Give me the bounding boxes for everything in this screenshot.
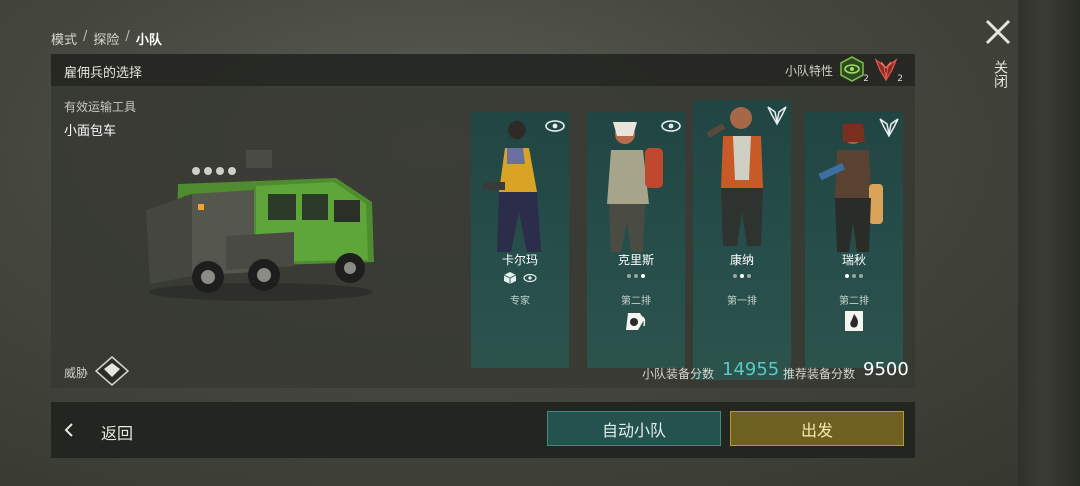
auto-squad-button[interactable]: 自动小队 [547, 411, 721, 446]
vehicle-name: 小面包车 [64, 124, 117, 139]
row-position-dots [693, 274, 791, 278]
breadcrumb-separator: / [83, 29, 88, 44]
threat-gem-icon[interactable] [95, 356, 129, 386]
squad-traits-label: 小队特性 [785, 64, 834, 78]
merc-role: 专家 [510, 296, 530, 307]
row-dot [634, 274, 638, 278]
merc-card-connor[interactable]: 康纳 第一排 [693, 100, 791, 380]
row-dot [845, 274, 849, 278]
wing-badge-icon [879, 118, 899, 138]
right-side-strip [1018, 0, 1080, 486]
merc-card-chris[interactable]: 克里斯 第二排 [587, 112, 685, 368]
close-label[interactable]: 关闭 [988, 60, 1008, 88]
recommended-score-label: 推荐装备分数 [783, 367, 856, 381]
squad-score-value: 14955 [722, 359, 780, 380]
panel-header: 雇佣兵的选择 小队特性 2 2 [51, 54, 915, 86]
merc-role: 第二排 [621, 296, 651, 307]
breadcrumb-separator: / [125, 29, 130, 44]
wing-badge-icon [767, 106, 787, 126]
squad-panel: 雇佣兵的选择 小队特性 2 2 有效运输工具 小面包车 卡尔玛 专家 克里斯 第… [51, 54, 915, 388]
back-label: 返回 [101, 424, 134, 443]
van-vehicle-image[interactable] [136, 144, 381, 304]
merc-name: 克里斯 [617, 253, 654, 267]
row-dot [747, 274, 751, 278]
panel-title: 雇佣兵的选择 [64, 66, 143, 81]
eye-small-icon [523, 273, 537, 283]
breadcrumb: 模式 / 探险 / 小队 [51, 29, 162, 48]
fire-skill-icon [845, 311, 863, 331]
close-x-icon [985, 19, 1011, 45]
squad-score-label: 小队装备分数 [642, 367, 715, 381]
threat-label: 威胁 [64, 366, 89, 380]
row-dot [740, 274, 744, 278]
eye-emblem-icon [840, 56, 864, 82]
merc-name: 康纳 [729, 253, 754, 267]
breadcrumb-explore[interactable]: 探险 [93, 29, 119, 48]
merc-card-karma[interactable]: 卡尔玛 专家 [471, 112, 569, 368]
breadcrumb-current: 小队 [135, 33, 162, 48]
row-position-dots [805, 274, 903, 278]
row-dot [733, 274, 737, 278]
trait-wing-emblem[interactable]: 2 [873, 56, 903, 84]
close-button[interactable] [982, 16, 1014, 48]
merc-role: 第二排 [839, 296, 869, 307]
vehicle-type-label: 有效运输工具 [64, 100, 137, 114]
merc-trait-icons [471, 271, 569, 285]
cube-icon [503, 272, 517, 284]
chevron-left-icon [64, 423, 73, 437]
trait-count: 2 [863, 74, 869, 84]
wing-emblem-icon [874, 58, 898, 82]
eye-badge-icon [545, 120, 565, 132]
bottom-action-bar: 返回 自动小队 出发 [51, 402, 915, 458]
merc-card-rachel[interactable]: 瑞秋 第二排 [805, 112, 903, 368]
row-dot [852, 274, 856, 278]
trait-eye-emblem[interactable]: 2 [839, 56, 869, 84]
row-dot [859, 274, 863, 278]
depart-button[interactable]: 出发 [730, 411, 904, 446]
row-position-dots [587, 274, 685, 278]
trait-count: 2 [897, 74, 903, 84]
row-dot [641, 274, 645, 278]
breadcrumb-mode[interactable]: 模式 [51, 29, 77, 48]
row-dot [627, 274, 631, 278]
back-button[interactable]: 返回 [51, 402, 171, 458]
merc-role: 第一排 [727, 296, 757, 307]
recommended-score-value: 9500 [863, 359, 909, 380]
eye-badge-icon [661, 120, 681, 132]
merc-name: 瑞秋 [841, 253, 866, 267]
grenade-skill-icon [626, 313, 646, 330]
merc-name: 卡尔玛 [501, 253, 538, 267]
